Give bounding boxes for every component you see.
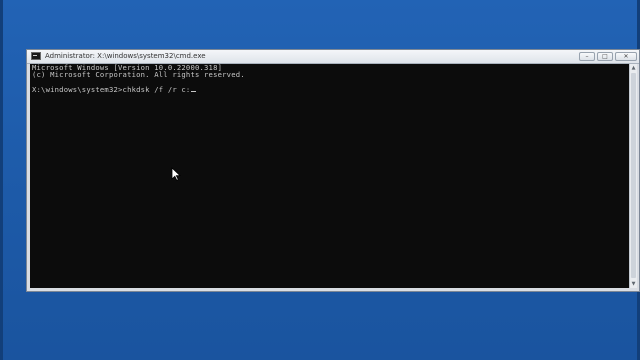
console-output[interactable]: Microsoft Windows [Version 10.0.22000.31… (30, 64, 630, 288)
caption-buttons: – □ ✕ (579, 52, 637, 62)
desktop-edge-left (0, 0, 3, 360)
close-icon: ✕ (623, 53, 629, 60)
console-line-copyright: (c) Microsoft Corporation. All rights re… (32, 70, 245, 79)
scroll-thumb[interactable] (631, 73, 636, 278)
minimize-button[interactable]: – (579, 52, 595, 61)
text-cursor (191, 91, 197, 92)
console-prompt-command: X:\windows\system32>chkdsk /f /r c: (32, 85, 191, 94)
scroll-down-arrow-icon[interactable]: ▼ (630, 280, 637, 288)
title-bar[interactable]: Administrator: X:\windows\system32\cmd.e… (27, 50, 639, 64)
maximize-icon: □ (602, 53, 608, 60)
close-button[interactable]: ✕ (615, 52, 637, 61)
console-prompt-line[interactable]: X:\windows\system32>chkdsk /f /r c: (32, 85, 197, 94)
minimize-icon: – (585, 53, 589, 60)
mouse-pointer-icon (171, 167, 181, 181)
cmd-window[interactable]: Administrator: X:\windows\system32\cmd.e… (26, 49, 640, 292)
maximize-button[interactable]: □ (597, 52, 613, 61)
window-title: Administrator: X:\windows\system32\cmd.e… (45, 52, 206, 60)
scroll-up-arrow-icon[interactable]: ▲ (630, 64, 637, 72)
vertical-scrollbar[interactable]: ▲ ▼ (629, 64, 637, 288)
cmd-icon[interactable] (31, 52, 41, 60)
